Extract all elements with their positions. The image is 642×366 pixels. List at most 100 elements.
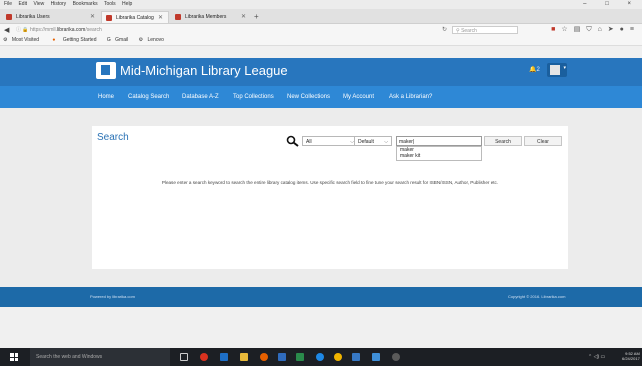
close-tab-icon[interactable]: ✕ bbox=[241, 11, 246, 23]
addon-icon[interactable]: ■ bbox=[551, 26, 561, 33]
outlook-icon[interactable] bbox=[220, 353, 228, 361]
taskbar-search-input[interactable]: Search the web and Windows bbox=[30, 348, 170, 366]
avatar-icon bbox=[550, 65, 560, 75]
lock-icon: 🔒 bbox=[22, 27, 29, 33]
suggestion-item[interactable]: maker kit bbox=[397, 153, 481, 159]
tab-catalog-search[interactable]: Librarika Catalog Search ✕ bbox=[101, 11, 169, 33]
nav-new-collections[interactable]: New Collections bbox=[287, 86, 330, 108]
system-tray[interactable]: ⌃ ◁) ▭ bbox=[588, 348, 605, 366]
user-avatar-menu[interactable]: ▾ bbox=[547, 63, 567, 77]
main-nav: Home Catalog Search Database A-Z Top Col… bbox=[0, 86, 642, 108]
close-tab-icon[interactable]: ✕ bbox=[90, 11, 95, 23]
window-controls: – □ × bbox=[579, 0, 638, 9]
url-path: /search bbox=[85, 27, 102, 33]
bookmark-most-visited[interactable]: ⚙ Most Visited bbox=[3, 37, 42, 43]
nav-home[interactable]: Home bbox=[98, 86, 114, 108]
task-view-icon[interactable] bbox=[180, 353, 188, 361]
site-header: Mid-Michigan Library League 🔔2 ▾ bbox=[0, 58, 642, 86]
menu-bookmarks[interactable]: Bookmarks bbox=[73, 1, 98, 7]
opera-icon[interactable] bbox=[200, 353, 208, 361]
site-footer: Powered by librarika.com Copyright © 201… bbox=[0, 287, 642, 307]
reload-icon[interactable]: ↻ bbox=[442, 24, 447, 36]
taskbar-clock[interactable]: 9:52 AM 6/24/2017 bbox=[622, 351, 640, 361]
file-explorer-icon[interactable] bbox=[240, 353, 248, 361]
sort-value: Default bbox=[358, 139, 374, 145]
nav-ask-a-librarian[interactable]: Ask a Librarian? bbox=[389, 86, 432, 108]
tab-librarika-users[interactable]: Librarika Users ✕ bbox=[2, 11, 100, 23]
excel-icon[interactable] bbox=[296, 353, 304, 361]
chrome-icon[interactable] bbox=[334, 353, 342, 361]
firefox-icon[interactable] bbox=[260, 353, 268, 361]
bookmark-getting-started[interactable]: ● Getting Started bbox=[49, 37, 99, 43]
menu-history[interactable]: History bbox=[51, 1, 67, 7]
nav-catalog-search[interactable]: Catalog Search bbox=[128, 86, 169, 108]
nav-my-account[interactable]: My Account bbox=[343, 86, 374, 108]
autocomplete-list: maker maker kit bbox=[396, 146, 482, 161]
bookmark-gmail[interactable]: G Gmail bbox=[107, 37, 131, 43]
store-icon[interactable] bbox=[352, 353, 360, 361]
navigation-toolbar: ◀ ⓘ 🔒 https://mmll.librarika.com/search … bbox=[0, 24, 642, 36]
url-domain: librarika.com bbox=[56, 27, 86, 33]
close-window-button[interactable]: × bbox=[627, 1, 637, 7]
search-button[interactable]: Search bbox=[484, 136, 522, 146]
menu-hamburger-icon[interactable]: ≡ bbox=[630, 26, 640, 33]
search-panel: Search All ⌵ Default ⌵ maker| maker make… bbox=[92, 126, 568, 269]
menu-help[interactable]: Help bbox=[122, 1, 132, 7]
menu-edit[interactable]: Edit bbox=[18, 1, 27, 7]
powered-by-link[interactable]: Powered by librarika.com bbox=[90, 287, 135, 307]
main-content: Search All ⌵ Default ⌵ maker| maker make… bbox=[0, 108, 642, 287]
info-icon[interactable]: ⓘ bbox=[16, 27, 21, 33]
search-icon: ⚲ bbox=[456, 28, 460, 34]
browser-search-input[interactable]: ⚲ Search bbox=[452, 26, 518, 34]
keyword-input[interactable]: maker| bbox=[396, 136, 482, 146]
windows-taskbar: Search the web and Windows ⌃ ◁) ▭ 9:52 A… bbox=[0, 348, 642, 366]
sync-icon[interactable]: ● bbox=[620, 26, 630, 33]
bookmark-star-icon[interactable]: ☆ bbox=[561, 26, 573, 33]
tab-label: Librarika Users bbox=[16, 14, 50, 20]
back-arrow-icon[interactable]: ◀ bbox=[4, 26, 9, 34]
tab-label: Librarika Members bbox=[185, 14, 227, 20]
notification-bell[interactable]: 🔔2 bbox=[529, 66, 540, 73]
bookmark-label: Getting Started bbox=[62, 37, 97, 43]
librarika-favicon-icon bbox=[106, 15, 112, 21]
send-icon[interactable]: ➤ bbox=[608, 26, 620, 33]
menu-file[interactable]: File bbox=[4, 1, 12, 7]
copyright-text: Copyright © 2016. Librarika.com bbox=[508, 294, 566, 299]
menu-bar: File Edit View History Bookmarks Tools H… bbox=[0, 0, 642, 9]
chevron-down-icon: ⌵ bbox=[384, 139, 388, 145]
word-icon[interactable] bbox=[278, 353, 286, 361]
windows-start-icon[interactable] bbox=[10, 353, 18, 361]
camera-icon[interactable] bbox=[392, 353, 400, 361]
edge-icon[interactable] bbox=[316, 353, 324, 361]
clear-button[interactable]: Clear bbox=[524, 136, 562, 146]
new-tab-button[interactable]: + bbox=[254, 11, 259, 23]
nav-database-a-z[interactable]: Database A-Z bbox=[182, 86, 219, 108]
site-title[interactable]: Mid-Michigan Library League bbox=[120, 61, 288, 81]
clock-date: 6/24/2017 bbox=[622, 356, 640, 361]
pocket-icon[interactable]: ⛉ bbox=[586, 26, 597, 33]
librarika-favicon-icon bbox=[6, 14, 12, 20]
bookmark-label: Gmail bbox=[115, 37, 129, 43]
maximize-button[interactable]: □ bbox=[605, 1, 615, 7]
caret-down-icon: ▾ bbox=[563, 65, 566, 71]
minimize-button[interactable]: – bbox=[583, 1, 592, 7]
menu-tools[interactable]: Tools bbox=[104, 1, 116, 7]
reader-icon[interactable]: ▤ bbox=[574, 26, 587, 33]
search-icon bbox=[286, 135, 299, 147]
notification-count: 2 bbox=[536, 67, 540, 73]
library-logo-icon[interactable] bbox=[96, 62, 116, 79]
search-placeholder: Search bbox=[461, 28, 477, 34]
home-icon[interactable]: ⌂ bbox=[598, 26, 608, 33]
toolbar-icons: ■☆▤⛉⌂➤●≡ bbox=[551, 24, 640, 36]
search-field-select[interactable]: All ⌵ bbox=[302, 136, 358, 146]
url-field[interactable]: ⓘ 🔒 https://mmll.librarika.com/search bbox=[16, 24, 102, 36]
app-icon[interactable] bbox=[372, 353, 380, 361]
menu-view[interactable]: View bbox=[33, 1, 44, 7]
tab-librarika-members[interactable]: Librarika Members ✕ bbox=[171, 11, 251, 23]
bookmark-label: Lenovo bbox=[147, 37, 164, 43]
sort-select[interactable]: Default ⌵ bbox=[354, 136, 392, 146]
bookmark-lenovo[interactable]: ⚙ Lenovo bbox=[139, 37, 167, 43]
nav-top-collections[interactable]: Top Collections bbox=[233, 86, 274, 108]
search-help-text: Please enter a search keyword to search … bbox=[161, 180, 499, 185]
close-tab-icon[interactable]: ✕ bbox=[158, 12, 163, 24]
